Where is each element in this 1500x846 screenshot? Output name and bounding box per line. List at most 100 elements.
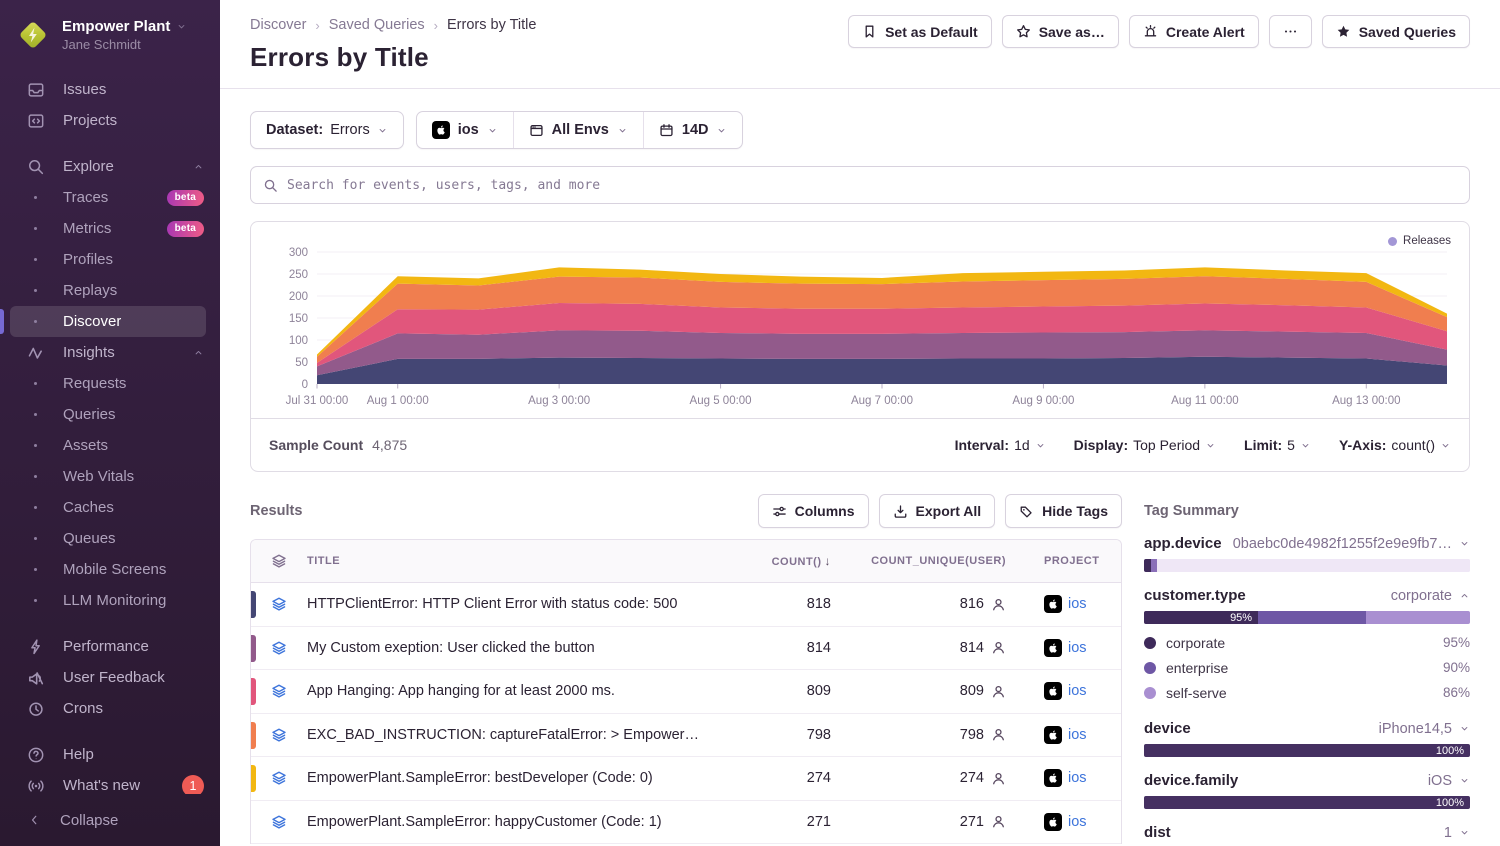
- sidebar-item-llm-monitoring[interactable]: LLM Monitoring: [0, 585, 220, 616]
- sidebar-item-discover[interactable]: Discover: [10, 306, 206, 337]
- stack-trace-icon[interactable]: [251, 683, 307, 699]
- interval-selector[interactable]: Interval:1d: [955, 437, 1046, 453]
- sidebar-item-caches[interactable]: Caches: [0, 492, 220, 523]
- tag-legend-row[interactable]: corporate95%: [1144, 630, 1470, 655]
- tag-legend-row[interactable]: enterprise90%: [1144, 655, 1470, 680]
- sidebar-item-user-feedback[interactable]: User Feedback: [0, 662, 220, 693]
- tag-header[interactable]: app.device0baebc0de4982f1255f2e9e9fb7…: [1144, 535, 1470, 552]
- tag-header[interactable]: dist1: [1144, 824, 1470, 841]
- error-title[interactable]: EmpowerPlant.SampleError: bestDeveloper …: [307, 770, 716, 786]
- limit-selector[interactable]: Limit:5: [1244, 437, 1311, 453]
- error-title[interactable]: App Hanging: App hanging for at least 20…: [307, 683, 716, 699]
- error-title[interactable]: EXC_BAD_INSTRUCTION: captureFatalError: …: [307, 727, 716, 743]
- sidebar-item-help[interactable]: Help: [0, 739, 220, 770]
- breadcrumb-discover[interactable]: Discover: [250, 17, 306, 33]
- sidebar-collapse-button[interactable]: Collapse: [0, 794, 220, 846]
- table-row[interactable]: HTTPClientError: HTTP Client Error with …: [251, 583, 1121, 627]
- columns-button[interactable]: Columns: [758, 494, 869, 528]
- table-row[interactable]: EmpowerPlant.SampleError: happyCustomer …: [251, 801, 1121, 845]
- project-link[interactable]: ios: [1068, 770, 1087, 786]
- export-all-button[interactable]: Export All: [879, 494, 996, 528]
- column-project[interactable]: PROJECT: [1006, 555, 1121, 567]
- column-count[interactable]: COUNT()↓: [716, 554, 831, 568]
- breadcrumb-current: Errors by Title: [447, 17, 536, 33]
- column-count-unique[interactable]: COUNT_UNIQUE(USER): [831, 555, 1006, 567]
- stack-trace-icon[interactable]: [251, 596, 307, 612]
- create-alert-button[interactable]: Create Alert: [1129, 15, 1259, 48]
- table-row[interactable]: EXC_BAD_INSTRUCTION: captureFatalError: …: [251, 714, 1121, 758]
- sidebar-item-queues[interactable]: Queues: [0, 523, 220, 554]
- sidebar-item-mobile-screens[interactable]: Mobile Screens: [0, 554, 220, 585]
- environment-filter[interactable]: All Envs: [513, 112, 643, 148]
- sidebar-item-assets[interactable]: Assets: [0, 430, 220, 461]
- tag-header[interactable]: device.familyiOS: [1144, 772, 1470, 789]
- tag-header[interactable]: deviceiPhone14,5: [1144, 720, 1470, 737]
- window-icon: [529, 123, 544, 138]
- sidebar-item-projects[interactable]: Projects: [0, 105, 220, 136]
- table-row[interactable]: EmpowerPlant.SampleError: bestDeveloper …: [251, 757, 1121, 801]
- chevron-up-icon[interactable]: [193, 161, 204, 172]
- search-bar: [250, 166, 1470, 204]
- stack-trace-icon[interactable]: [251, 770, 307, 786]
- set-as-default-button[interactable]: Set as Default: [848, 15, 992, 48]
- project-filter[interactable]: ios: [417, 112, 513, 148]
- date-range-filter[interactable]: 14D: [643, 112, 743, 148]
- breadcrumb-saved-queries[interactable]: Saved Queries: [329, 17, 425, 33]
- legend-dot: [1144, 662, 1156, 674]
- chart-legend[interactable]: Releases: [1388, 235, 1451, 247]
- table-row[interactable]: My Custom exeption: User clicked the but…: [251, 627, 1121, 671]
- project-link[interactable]: ios: [1068, 814, 1087, 830]
- table-row[interactable]: App Hanging: App hanging for at least 20…: [251, 670, 1121, 714]
- search-icon: [263, 178, 278, 193]
- error-title[interactable]: EmpowerPlant.SampleError: happyCustomer …: [307, 814, 716, 830]
- sidebar-item-performance[interactable]: Performance: [0, 631, 220, 662]
- tag-distribution-bar[interactable]: [1144, 559, 1470, 572]
- dataset-value: Errors: [330, 122, 369, 138]
- org-switcher[interactable]: Empower Plant Jane Schmidt: [0, 14, 220, 70]
- hide-tags-button[interactable]: Hide Tags: [1005, 494, 1122, 528]
- sidebar-item-whats-new[interactable]: What's new1: [0, 770, 220, 794]
- stack-trace-icon[interactable]: [251, 814, 307, 830]
- count-value: 271: [716, 814, 831, 830]
- sidebar-item-insights[interactable]: Insights: [0, 337, 220, 368]
- project-link[interactable]: ios: [1068, 640, 1087, 656]
- tag-distribution-bar[interactable]: 95%: [1144, 611, 1470, 624]
- stack-trace-icon[interactable]: [251, 727, 307, 743]
- project-link[interactable]: ios: [1068, 596, 1087, 612]
- error-title[interactable]: My Custom exeption: User clicked the but…: [307, 640, 716, 656]
- chevron-down-icon: [716, 125, 727, 136]
- tag-summary-panel: Tag Summary app.device0baebc0de4982f1255…: [1144, 494, 1470, 846]
- tag-legend-row[interactable]: self-serve86%: [1144, 680, 1470, 705]
- display-selector[interactable]: Display:Top Period: [1074, 437, 1216, 453]
- sidebar-item-profiles[interactable]: Profiles: [0, 244, 220, 275]
- error-title[interactable]: HTTPClientError: HTTP Client Error with …: [307, 596, 716, 612]
- dataset-selector[interactable]: Dataset: Errors: [250, 111, 404, 149]
- sidebar-item-web-vitals[interactable]: Web Vitals: [0, 461, 220, 492]
- column-title[interactable]: TITLE: [307, 555, 716, 567]
- tag-distribution-bar[interactable]: 100%: [1144, 744, 1470, 757]
- save-as-button[interactable]: Save as…: [1002, 15, 1119, 48]
- stacked-area-chart[interactable]: 050100150200250300Jul 31 00:00Aug 1 00:0…: [267, 236, 1453, 414]
- chevron-down-icon: [1035, 440, 1046, 451]
- project-link[interactable]: ios: [1068, 727, 1087, 743]
- tag-header[interactable]: customer.typecorporate: [1144, 587, 1470, 604]
- sidebar-item-metrics[interactable]: Metricsbeta: [0, 213, 220, 244]
- sidebar-item-replays[interactable]: Replays: [0, 275, 220, 306]
- sidebar-item-queries[interactable]: Queries: [0, 399, 220, 430]
- search-input[interactable]: [287, 178, 1457, 193]
- sidebar-item-requests[interactable]: Requests: [0, 368, 220, 399]
- chevron-up-icon[interactable]: [193, 347, 204, 358]
- sidebar-item-traces[interactable]: Tracesbeta: [0, 182, 220, 213]
- chevron-down-icon: [1459, 827, 1470, 838]
- sidebar-item-issues[interactable]: Issues: [0, 74, 220, 105]
- stack-trace-icon[interactable]: [251, 640, 307, 656]
- insights-icon: [26, 343, 45, 362]
- saved-queries-button[interactable]: Saved Queries: [1322, 15, 1470, 48]
- sidebar-item-crons[interactable]: Crons: [0, 693, 220, 724]
- sidebar-item-explore[interactable]: Explore: [0, 151, 220, 182]
- more-options-button[interactable]: [1269, 15, 1312, 48]
- y-axis-selector[interactable]: Y-Axis:count(): [1339, 437, 1451, 453]
- tag-distribution-bar[interactable]: 100%: [1144, 796, 1470, 809]
- sidebar-item-label: Mobile Screens: [63, 561, 166, 578]
- project-link[interactable]: ios: [1068, 683, 1087, 699]
